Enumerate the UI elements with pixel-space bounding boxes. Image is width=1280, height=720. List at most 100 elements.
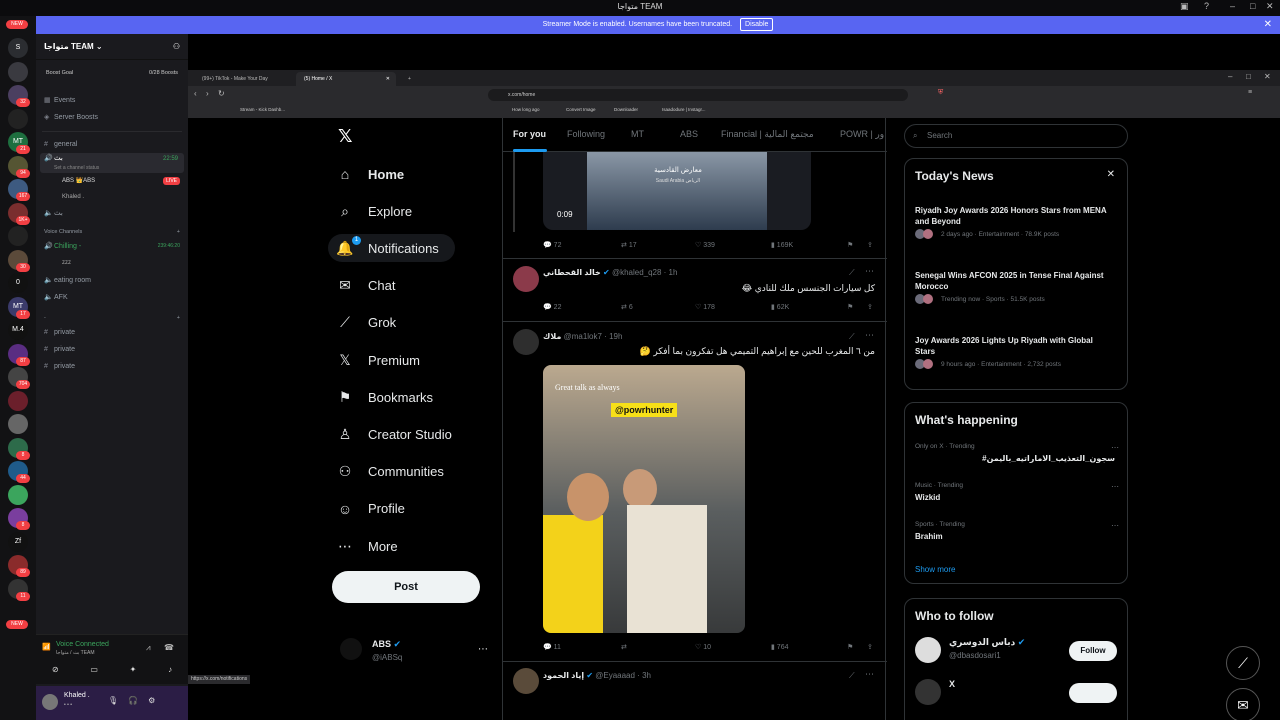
tab-following[interactable]: Following (567, 129, 605, 139)
avatar[interactable] (915, 679, 941, 705)
server-icon[interactable] (8, 390, 28, 411)
avatar[interactable] (340, 638, 362, 660)
signal-icon[interactable]: 📶 (42, 643, 51, 651)
more-icon[interactable]: ⋯ (1111, 482, 1119, 491)
x-logo-icon[interactable]: 𝕏 (338, 126, 353, 147)
server-icon[interactable]: 0 (8, 273, 28, 293)
channel-private[interactable]: # private (36, 358, 188, 375)
show-more-link[interactable]: Show more (915, 565, 955, 574)
back-icon[interactable]: ‹ (194, 89, 197, 98)
server-icon[interactable] (8, 484, 28, 505)
bookmark-icon[interactable]: ⚑ (847, 241, 853, 249)
reply-button[interactable]: 💬 72 (543, 241, 561, 249)
avatar[interactable] (915, 637, 941, 663)
minimize-browser-icon[interactable]: – (1228, 72, 1232, 81)
grok-icon[interactable]: ⟋ (849, 671, 855, 681)
camera-off-icon[interactable]: ⊘ (52, 665, 59, 674)
channel-server-boosts[interactable]: ◈ Server Boosts (36, 109, 188, 126)
more-icon[interactable]: ⋯ (1111, 443, 1119, 452)
trend-item[interactable]: Sports · Trending Brahim ⋯ (915, 521, 1119, 541)
address-bar[interactable]: x.com/home (488, 89, 908, 101)
views-button[interactable]: ▮ 62K (771, 303, 789, 311)
tweet-author[interactable]: خالد القحطاني (543, 268, 601, 277)
nav-notifications[interactable]: 🔔 Notifications 1 (328, 234, 455, 263)
reload-icon[interactable]: ↻ (218, 89, 225, 98)
share-icon[interactable]: ⇪ (867, 643, 873, 651)
avatar[interactable] (513, 329, 539, 355)
category-private[interactable]: - + (36, 312, 188, 324)
follow-button[interactable] (1069, 683, 1117, 703)
nav-grok[interactable]: ⟋ Grok (336, 309, 396, 337)
headphones-icon[interactable]: 🎧 (128, 696, 138, 705)
search-input[interactable]: ⌕ Search (904, 124, 1128, 148)
grok-icon[interactable]: ⟋ (849, 332, 855, 342)
trend-item[interactable]: Only on X · Trending #سجون_التعذيب_الاما… (915, 443, 1119, 463)
tab-powr[interactable]: POWR | ور (840, 129, 884, 140)
tweet-handle[interactable]: @Eyaaaad · 3h (595, 671, 651, 680)
voice-channel-selected[interactable]: 🔊بث 22:59 Set a channel status (40, 153, 184, 173)
nav-home[interactable]: ⌂ Home (336, 160, 404, 188)
close-window-icon[interactable]: ✕ (1266, 1, 1274, 12)
bookmark-item[interactable]: Convert Image (566, 107, 596, 112)
disconnect-icon[interactable]: ☎ (164, 643, 174, 652)
minimize-icon[interactable]: – (1230, 1, 1235, 11)
share-icon[interactable]: ⇪ (867, 241, 873, 249)
close-tab-icon[interactable]: ✕ (386, 72, 390, 86)
inbox-icon[interactable]: ▣ (1180, 1, 1189, 12)
bookmark-icon[interactable]: ⚑ (847, 303, 853, 311)
follow-user-name[interactable]: دباس الدوسري ✔ (949, 637, 1025, 648)
trend-item[interactable]: Music · Trending Wizkid ⋯ (915, 482, 1119, 502)
brave-shield-icon[interactable]: ⛨ (938, 89, 943, 97)
voice-channel-other[interactable]: 🔈بث (36, 205, 188, 222)
tweet-handle[interactable]: @khaled_q28 · 1h (612, 268, 678, 277)
add-channel-icon[interactable]: + (177, 312, 180, 324)
like-button[interactable]: ♡ 339 (695, 241, 715, 249)
tab-for-you[interactable]: For you (513, 129, 546, 139)
reply-button[interactable]: 💬 11 (543, 643, 561, 651)
close-icon[interactable]: ✕ (1107, 169, 1115, 180)
tweet-image[interactable]: Great talk as always @powrhunter (543, 365, 745, 633)
add-channel-icon[interactable]: + (177, 226, 180, 238)
disable-streamer-button[interactable]: Disable (740, 18, 774, 31)
follow-user-name[interactable]: X (949, 679, 955, 689)
avatar[interactable] (42, 694, 58, 710)
activities-icon[interactable]: ✦ (130, 665, 137, 674)
bookmark-item[interactable]: Isaadodure | Instagr... (662, 107, 705, 112)
tab-financial[interactable]: Financial | مجتمع المالية (721, 129, 814, 140)
news-item[interactable]: Joy Awards 2026 Lights Up Riyadh with Gl… (915, 335, 1115, 369)
voice-user[interactable]: ABS 👑ABS LIVE (36, 173, 188, 189)
messages-fab-icon[interactable]: ✉ (1226, 688, 1260, 720)
channel-general[interactable]: # general (36, 136, 188, 153)
soundboard-icon[interactable]: ♪ (168, 665, 172, 674)
voice-user[interactable]: Khaled . (36, 189, 188, 205)
close-banner-icon[interactable]: ✕ (1264, 16, 1272, 34)
account-name[interactable]: ABS ✔ (372, 639, 401, 650)
category-voice-channels[interactable]: Voice Channels + (36, 226, 188, 238)
repost-button[interactable]: ⇄ 17 (621, 241, 637, 249)
nav-creator-studio[interactable]: ♙ Creator Studio (336, 420, 452, 448)
views-button[interactable]: ▮ 169K (771, 241, 793, 249)
menu-icon[interactable]: ≡ (1248, 89, 1252, 96)
nav-bookmarks[interactable]: ⚑ Bookmarks (336, 383, 433, 411)
tab-abs[interactable]: ABS (680, 129, 698, 139)
tab-x-home[interactable]: (5) Home / X ✕ (296, 72, 396, 86)
microphone-icon[interactable]: 🎙 (108, 696, 118, 705)
server-icon[interactable]: M.4 (8, 320, 28, 340)
more-icon[interactable]: ⋯ (865, 266, 874, 277)
server-icon[interactable] (8, 414, 28, 434)
add-member-icon[interactable]: ⚇ (173, 42, 180, 51)
nav-communities[interactable]: ⚇ Communities (336, 458, 444, 486)
tab-mt[interactable]: MT (631, 129, 644, 139)
post-button[interactable]: Post (332, 571, 480, 603)
views-button[interactable]: ▮ 764 (771, 643, 788, 651)
bookmark-item[interactable]: How long ago (512, 107, 540, 112)
share-icon[interactable]: ⇪ (867, 303, 873, 311)
more-icon[interactable]: ⋯ (1111, 521, 1119, 530)
account-menu-icon[interactable]: ⋯ (478, 644, 488, 655)
channel-events[interactable]: ▦ Events (36, 92, 188, 109)
tweet-handle[interactable]: @ma1lok7 · 19h (564, 332, 623, 341)
more-icon[interactable]: ⋯ (865, 330, 874, 341)
nav-more[interactable]: ⋯ More (336, 532, 398, 560)
news-item[interactable]: Riyadh Joy Awards 2026 Honors Stars from… (915, 205, 1115, 239)
avatar[interactable] (513, 266, 539, 292)
